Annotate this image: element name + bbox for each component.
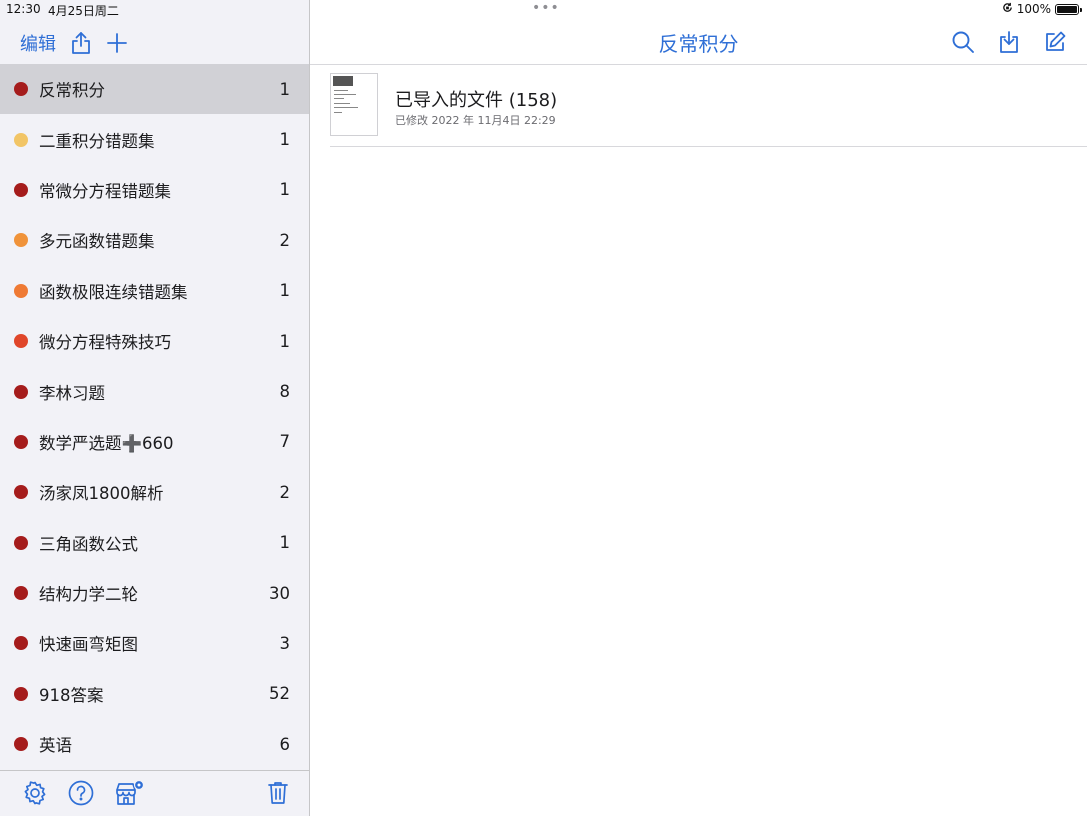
notebook-list-item[interactable]: 数学严选题➕660 7 [0, 417, 309, 467]
status-date: 4月25日周二 [48, 4, 119, 18]
notebook-list-item[interactable]: 三角函数公式 1 [0, 518, 309, 568]
notebook-count: 1 [279, 130, 291, 150]
notebook-count: 8 [279, 382, 291, 402]
notebook-count: 1 [279, 281, 291, 301]
share-icon[interactable] [70, 31, 92, 55]
notebook-label: 三角函数公式 [39, 534, 138, 554]
notebook-count: 1 [279, 79, 291, 99]
document-thumbnail [330, 73, 378, 136]
notebook-list-item[interactable]: 常微分方程错题集 1 [0, 165, 309, 215]
color-dot-icon [14, 132, 28, 147]
notebook-label: 李林习题 [39, 383, 105, 403]
main-toolbar [951, 30, 1067, 54]
notebook-label: 反常积分 [39, 81, 105, 101]
notebook-label: 二重积分错题集 [39, 131, 155, 151]
document-row[interactable]: 已导入的文件 (158) 已修改 2022 年 11月4日 22:29 [330, 72, 1087, 147]
edit-button[interactable]: 编辑 [20, 30, 56, 56]
notebook-label: 数学严选题➕660 [39, 433, 174, 453]
color-dot-icon [14, 283, 28, 298]
notebook-label: 918答案 [39, 685, 104, 705]
notebook-list-item[interactable]: 函数极限连续错题集 1 [0, 266, 309, 316]
notebook-list-item[interactable]: 英语 6 [0, 719, 309, 769]
color-dot-icon [14, 636, 28, 651]
color-dot-icon [14, 535, 28, 550]
status-right: 100% [1002, 2, 1082, 16]
notebook-count: 2 [279, 230, 291, 250]
notebook-count: 6 [279, 734, 291, 754]
notebook-label: 快速画弯矩图 [39, 635, 138, 655]
notebook-count: 1 [279, 331, 291, 351]
store-icon[interactable] [114, 780, 144, 808]
notebook-count: 30 [269, 583, 290, 603]
notebook-label: 结构力学二轮 [39, 585, 138, 605]
notebook-label: 微分方程特殊技巧 [39, 333, 171, 353]
notebook-list-item[interactable]: 结构力学二轮 30 [0, 568, 309, 618]
notebook-list: 反常积分 1 二重积分错题集 1 常微分方程错题集 1 多元函数错题集 2 函数极限连续错题集 1… [0, 64, 309, 769]
battery-icon [1055, 3, 1082, 15]
notebook-label: 英语 [39, 736, 72, 756]
document-title: 已导入的文件 (158) [395, 90, 558, 111]
notebook-list-item[interactable]: 微分方程特殊技巧 1 [0, 316, 309, 366]
notebook-list-item[interactable]: 李林习题 8 [0, 366, 309, 416]
status-bar: 12:30 4月25日周二 ••• 100% [0, 0, 1087, 20]
notebook-count: 1 [279, 180, 291, 200]
color-dot-icon [14, 434, 28, 449]
notebook-count: 3 [279, 633, 291, 653]
notebook-count: 7 [279, 432, 291, 452]
notebook-label: 函数极限连续错题集 [39, 282, 188, 302]
notebook-label: 常微分方程错题集 [39, 181, 171, 201]
notebook-list-item[interactable]: 918答案 52 [0, 669, 309, 719]
color-dot-icon [14, 737, 28, 752]
sidebar: 编辑 反常积分 1 二重积分错题集 1 常微分方程错题集 1 多元函数错题集 2 函数极限连续错… [0, 0, 310, 816]
color-dot-icon [14, 82, 28, 97]
sidebar-toolbar: 编辑 [20, 30, 128, 56]
orientation-lock-icon [1002, 2, 1013, 16]
compose-icon[interactable] [1043, 30, 1067, 54]
color-dot-icon [14, 485, 28, 500]
color-dot-icon [14, 686, 28, 701]
status-time: 12:30 [6, 2, 41, 16]
multitasking-dots-icon[interactable]: ••• [532, 1, 560, 15]
trash-icon[interactable] [266, 780, 290, 806]
notebook-label: 汤家凤1800解析 [39, 484, 164, 504]
search-icon[interactable] [951, 30, 975, 54]
import-icon[interactable] [997, 30, 1021, 54]
color-dot-icon [14, 384, 28, 399]
help-icon[interactable] [68, 780, 94, 806]
notebook-count: 2 [279, 482, 291, 502]
settings-gear-icon[interactable] [22, 780, 48, 806]
notebook-list-item[interactable]: 快速画弯矩图 3 [0, 618, 309, 668]
color-dot-icon [14, 586, 28, 601]
notebook-label: 多元函数错题集 [39, 232, 155, 252]
color-dot-icon [14, 182, 28, 197]
document-modified-date: 已修改 2022 年 11月4日 22:29 [395, 114, 556, 127]
notebook-count: 52 [269, 684, 290, 704]
color-dot-icon [14, 233, 28, 248]
battery-percentage: 100% [1016, 2, 1051, 16]
notebook-list-item[interactable]: 二重积分错题集 1 [0, 114, 309, 164]
color-dot-icon [14, 334, 28, 349]
notebook-list-item[interactable]: 反常积分 1 [0, 64, 309, 115]
sidebar-footer [0, 770, 309, 816]
notebook-list-item[interactable]: 汤家凤1800解析 2 [0, 467, 309, 517]
add-icon[interactable] [106, 32, 128, 54]
notebook-count: 1 [279, 533, 291, 553]
notebook-list-item[interactable]: 多元函数错题集 2 [0, 215, 309, 265]
main-header: 反常积分 [310, 20, 1087, 65]
